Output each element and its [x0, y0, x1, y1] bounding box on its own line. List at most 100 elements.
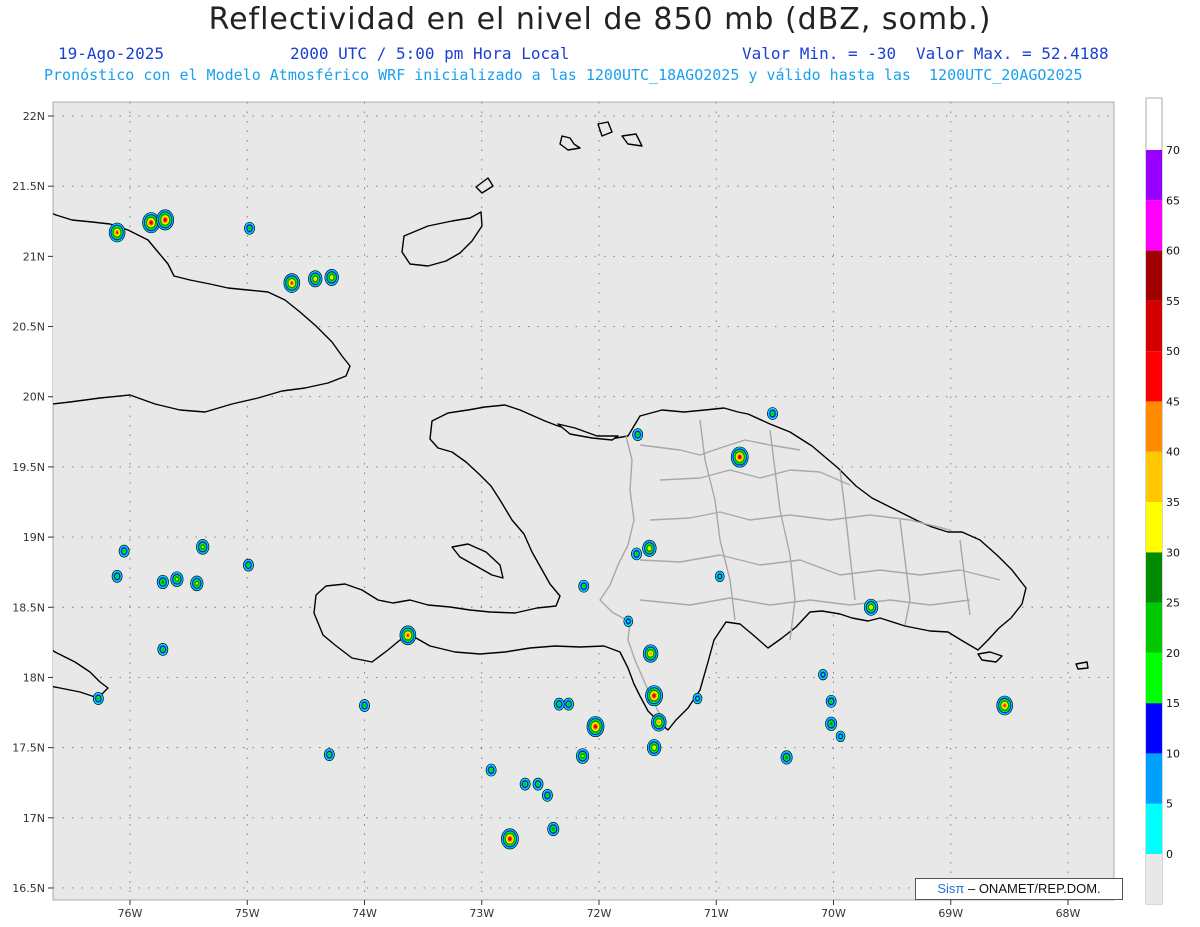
storm-cell — [996, 695, 1013, 716]
lon-tick-label: 74W — [352, 907, 377, 920]
lat-tick-label: 18N — [23, 671, 45, 684]
storm-cell — [646, 739, 662, 757]
cell-contour — [821, 673, 825, 677]
colorbar-label: 25 — [1166, 597, 1180, 610]
storm-cell — [501, 828, 519, 850]
storm-cell — [542, 788, 553, 802]
cell-contour — [161, 647, 165, 651]
colorbar-label: 20 — [1166, 647, 1180, 660]
cell-contour — [201, 545, 204, 549]
cell-contour — [546, 793, 549, 797]
lat-tick-label: 16.5N — [12, 882, 45, 895]
cell-contour — [116, 231, 119, 234]
lat-tick-label: 20N — [23, 391, 45, 404]
cell-contour — [150, 221, 153, 224]
lat-tick-label: 20.5N — [12, 321, 45, 334]
colorbar-swatch — [1146, 602, 1162, 653]
cell-contour — [1003, 704, 1006, 707]
storm-cell — [157, 643, 169, 656]
cell-contour — [161, 580, 164, 584]
colorbar-label: 40 — [1166, 446, 1180, 459]
storm-cell — [642, 644, 659, 663]
storm-cell — [576, 748, 590, 764]
storm-cell — [196, 539, 210, 555]
lon-tick-label: 71W — [704, 907, 729, 920]
lat-tick-label: 21.5N — [12, 180, 45, 193]
lat-tick-label: 19.5N — [12, 461, 45, 474]
colorbar-label: 55 — [1166, 295, 1180, 308]
lon-tick-label: 76W — [118, 907, 143, 920]
storm-cell — [651, 713, 667, 732]
storm-cell — [308, 270, 323, 288]
cell-contour — [164, 218, 167, 222]
storm-cell — [156, 209, 175, 231]
storm-cell — [863, 598, 879, 616]
lat-tick-label: 19N — [23, 531, 45, 544]
colorbar-swatch — [1146, 803, 1162, 854]
cell-contour — [523, 782, 527, 786]
lat-tick-label: 17.5N — [12, 742, 45, 755]
colorbar-label: 60 — [1166, 245, 1180, 258]
cell-contour — [567, 702, 570, 706]
colorbar-label: 35 — [1166, 496, 1180, 509]
storm-cell — [359, 699, 370, 712]
colorbar-label: 50 — [1166, 345, 1180, 358]
storm-cell — [825, 716, 838, 731]
cell-contour — [363, 704, 366, 707]
cell-contour — [829, 722, 833, 726]
colorbar-swatch — [1146, 250, 1162, 301]
lat-tick-label: 21N — [23, 250, 45, 263]
cell-contour — [869, 605, 873, 609]
colorbar-label: 65 — [1166, 194, 1180, 207]
storm-cell — [190, 575, 204, 592]
colorbar-swatch — [1146, 753, 1162, 804]
cell-contour — [406, 634, 409, 637]
cell-contour — [657, 721, 660, 724]
cell-contour — [626, 619, 630, 623]
storm-cell — [631, 547, 642, 561]
cell-contour — [330, 276, 333, 279]
storm-cell — [244, 221, 255, 235]
lon-tick-label: 68W — [1056, 907, 1081, 920]
colorbar-label: 30 — [1166, 546, 1180, 559]
cell-contour — [557, 702, 561, 706]
cell-contour — [648, 547, 651, 550]
storm-cell — [623, 615, 634, 627]
cell-contour — [653, 746, 656, 749]
storm-cell — [835, 730, 846, 743]
storm-cell — [578, 579, 590, 593]
colorbar-swatch — [1146, 150, 1162, 201]
cell-contour — [115, 574, 119, 578]
cell-contour — [314, 277, 317, 281]
colorbar-label: 70 — [1166, 144, 1180, 157]
storm-cell — [170, 571, 184, 587]
lon-tick-label: 69W — [938, 907, 963, 920]
storm-cell — [111, 570, 123, 583]
cell-contour — [696, 696, 699, 701]
storm-cell — [642, 539, 657, 557]
cell-contour — [636, 433, 639, 437]
storm-cell — [283, 273, 301, 293]
cell-contour — [653, 694, 656, 697]
lat-tick-label: 17N — [23, 812, 45, 825]
colorbar-label: 15 — [1166, 697, 1180, 710]
colorbar-swatch — [1146, 300, 1162, 352]
cell-contour — [785, 756, 788, 759]
cell-contour — [738, 455, 741, 459]
lon-tick-label: 73W — [469, 907, 494, 920]
cell-contour — [508, 837, 511, 841]
cell-contour — [635, 552, 638, 556]
colorbar-label: 5 — [1166, 798, 1173, 811]
colorbar-swatch — [1146, 552, 1162, 603]
storm-cell — [553, 697, 565, 711]
cell-contour — [581, 754, 584, 758]
colorbar: 0 5 10 15 20 25 30 35 40 45 50 55 60 65 70 — [1145, 97, 1180, 905]
cell-contour — [582, 584, 585, 588]
cell-contour — [771, 412, 774, 416]
cell-contour — [97, 697, 100, 700]
storm-cell — [780, 750, 793, 765]
cell-contour — [649, 652, 652, 655]
lon-tick-label: 72W — [587, 907, 612, 920]
colorbar-swatch — [1146, 351, 1162, 402]
storm-cell — [586, 716, 605, 738]
